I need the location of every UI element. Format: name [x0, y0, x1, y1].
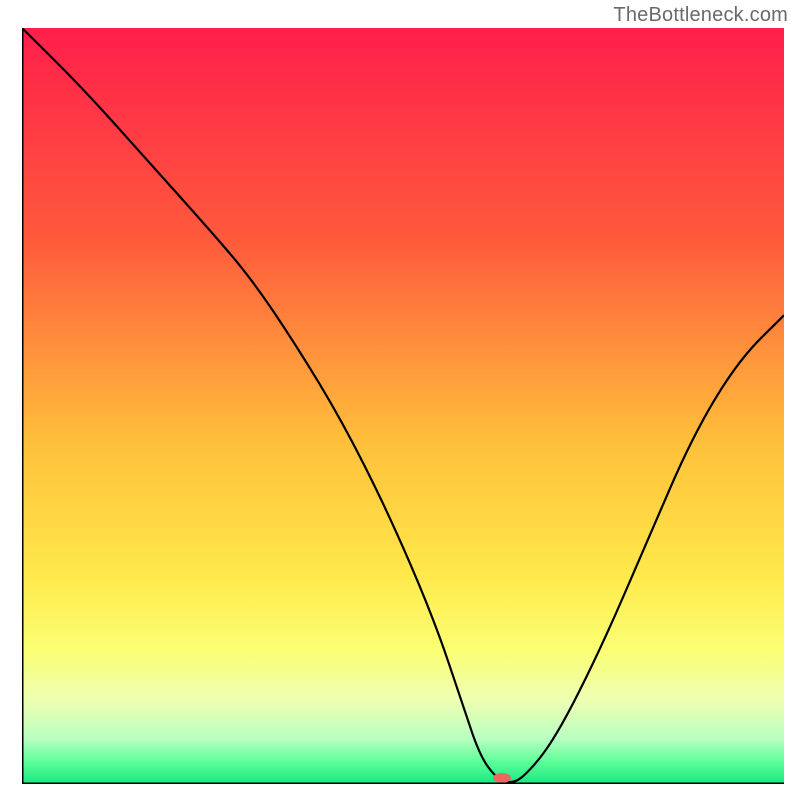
chart-container: TheBottleneck.com — [0, 0, 800, 800]
optimal-point-marker — [493, 773, 511, 783]
bottleneck-chart — [22, 28, 784, 784]
plot-area — [22, 28, 784, 784]
heatmap-background — [22, 28, 784, 784]
watermark-text: TheBottleneck.com — [613, 4, 788, 27]
